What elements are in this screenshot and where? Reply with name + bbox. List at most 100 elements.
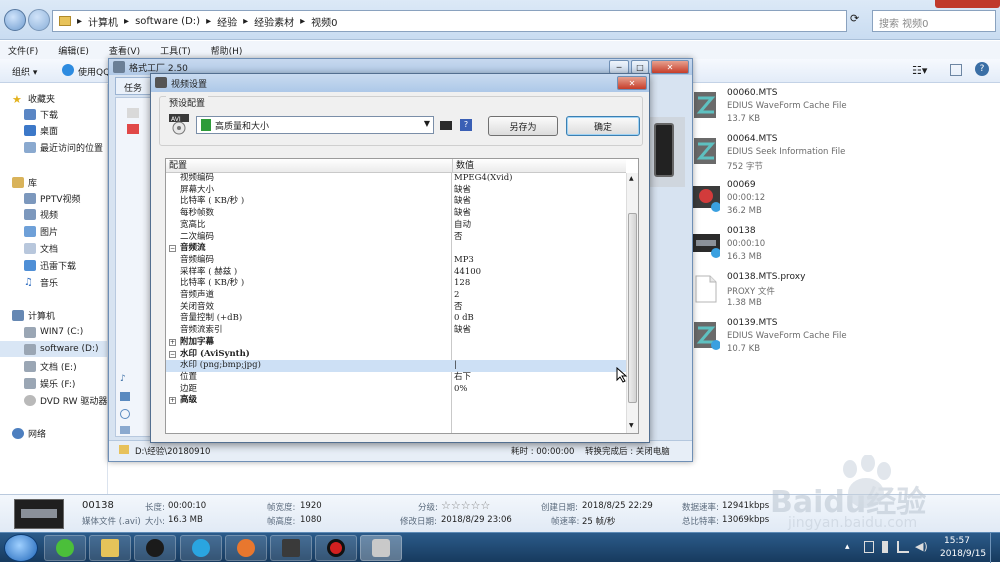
settings-section-row[interactable]: + 高级: [166, 395, 628, 407]
back-button[interactable]: [4, 9, 26, 31]
list-item[interactable]: 00064.MTS EDIUS Seek Information File 75…: [692, 130, 1000, 175]
close-window-button[interactable]: [935, 0, 1000, 8]
sidebar-item-download[interactable]: 下载: [24, 106, 58, 122]
settings-row[interactable]: 音频声道 2: [166, 290, 628, 302]
menu-help[interactable]: 帮助(H): [211, 44, 243, 57]
setting-value[interactable]: 右下: [454, 372, 471, 384]
preset-select[interactable]: 高质量和大小 ▼: [196, 116, 434, 134]
search-input[interactable]: 搜索 视频0: [872, 10, 996, 32]
taskbar-edius[interactable]: [270, 535, 312, 561]
sidebar-item-drive-f[interactable]: 娱乐 (F:): [24, 375, 75, 391]
settings-row[interactable]: 边距 0%: [166, 384, 628, 396]
setting-value[interactable]: 0 dB: [454, 313, 474, 325]
forward-button[interactable]: [28, 9, 50, 31]
taskbar-360[interactable]: [44, 535, 86, 561]
sidebar-item-documents[interactable]: 文档: [24, 240, 58, 256]
setting-value[interactable]: 否: [454, 302, 463, 314]
sidebar-item-drive-e[interactable]: 文档 (E:): [24, 358, 77, 374]
preview-pane-icon[interactable]: [950, 64, 962, 76]
taskbar-firefox[interactable]: [225, 535, 267, 561]
setting-value[interactable]: 2: [454, 290, 459, 302]
setting-value[interactable]: 否: [454, 232, 463, 244]
list-item[interactable]: 00060.MTS EDIUS WaveForm Cache File 13.7…: [692, 84, 1000, 129]
taskbar-format-factory[interactable]: [360, 535, 402, 561]
expand-icon[interactable]: +: [169, 397, 176, 405]
remove-icon[interactable]: [127, 124, 139, 134]
expand-icon[interactable]: +: [169, 338, 176, 346]
audio-category-icon[interactable]: ♪: [120, 374, 126, 384]
sidebar-library[interactable]: 库: [12, 174, 37, 190]
ff-close-button[interactable]: ✕: [651, 60, 689, 74]
settings-row[interactable]: 关闭音效 否: [166, 302, 628, 314]
task-icon[interactable]: [127, 108, 139, 118]
setting-value[interactable]: 44100: [454, 267, 481, 279]
settings-row[interactable]: 位置 右下: [166, 372, 628, 384]
setting-value[interactable]: |: [454, 360, 457, 372]
settings-row[interactable]: 音量控制 (+dB) 0 dB: [166, 313, 628, 325]
ff-maximize-button[interactable]: □: [631, 60, 649, 74]
menu-edit[interactable]: 编辑(E): [58, 44, 89, 57]
settings-row[interactable]: 屏幕大小 缺省: [166, 185, 628, 197]
tray-volume-icon[interactable]: ◀): [915, 540, 928, 553]
settings-section-row[interactable]: + 附加字幕: [166, 337, 628, 349]
sidebar-item-pictures[interactable]: 图片: [24, 223, 58, 239]
setting-value[interactable]: 128: [454, 278, 470, 290]
setting-value[interactable]: 缺省: [454, 185, 471, 197]
menu-file[interactable]: 文件(F): [8, 44, 38, 57]
tray-flag-icon[interactable]: [864, 541, 874, 553]
view-options-icon[interactable]: ☷▾: [912, 64, 927, 77]
breadcrumb-jingyan[interactable]: 经验: [217, 14, 237, 29]
tray-network-icon[interactable]: [897, 541, 909, 553]
scroll-up-icon[interactable]: ▲: [629, 175, 634, 182]
ok-button[interactable]: 确定: [566, 116, 640, 136]
taskbar-recorder[interactable]: [315, 535, 357, 561]
list-item[interactable]: 00139.MTS EDIUS WaveForm Cache File 10.7…: [692, 314, 1000, 359]
menu-tools[interactable]: 工具(T): [160, 44, 191, 57]
taskbar-explorer[interactable]: [89, 535, 131, 561]
sidebar-item-recent[interactable]: 最近访问的位置: [24, 139, 103, 155]
breadcrumb-computer[interactable]: 计算机: [88, 14, 118, 29]
sidebar-item-video[interactable]: 视频: [24, 206, 58, 222]
list-item[interactable]: 00069 00:00:12 36.2 MB: [692, 176, 1000, 221]
sidebar-item-desktop[interactable]: 桌面: [24, 122, 58, 138]
list-item[interactable]: 00138.MTS.proxy PROXY 文件 1.38 MB: [692, 268, 1000, 313]
help-button[interactable]: ?: [460, 119, 472, 131]
organize-button[interactable]: 组织 ▾: [12, 65, 37, 78]
command-line-icon[interactable]: [440, 121, 452, 130]
settings-row[interactable]: 每秒帧数 缺省: [166, 208, 628, 220]
refresh-icon[interactable]: ⟳: [850, 12, 859, 25]
sidebar-computer[interactable]: 计算机: [12, 307, 55, 323]
scroll-thumb[interactable]: [628, 213, 637, 403]
sidebar-item-pptv[interactable]: PPTV视频: [24, 190, 81, 206]
breadcrumb-sucai[interactable]: 经验素材: [254, 14, 294, 29]
breadcrumb-video0[interactable]: 视频0: [311, 14, 337, 29]
show-desktop-button[interactable]: [990, 533, 1000, 563]
sidebar-item-xunlei[interactable]: 迅雷下载: [24, 257, 76, 273]
scroll-down-icon[interactable]: ▼: [629, 422, 634, 429]
start-button[interactable]: [4, 534, 38, 562]
taskbar-pptv[interactable]: [180, 535, 222, 561]
settings-row[interactable]: 二次编码 否: [166, 232, 628, 244]
menu-view[interactable]: 查看(V): [109, 44, 140, 57]
settings-row[interactable]: 音频流索引 缺省: [166, 325, 628, 337]
rom-category-icon[interactable]: [120, 409, 130, 419]
image-category-icon[interactable]: [120, 392, 130, 401]
address-bar[interactable]: ▸ 计算机 ▸ software (D:) ▸ 经验 ▸ 经验素材 ▸ 视频0: [52, 10, 847, 32]
tray-date[interactable]: 2018/9/15: [940, 549, 986, 559]
sidebar-item-drive-d[interactable]: software (D:): [0, 341, 107, 357]
settings-row[interactable]: 比特率 ( KB/秒 ) 128: [166, 278, 628, 290]
settings-row[interactable]: 视频编码 MPEG4(Xvid): [166, 173, 628, 185]
setting-value[interactable]: MPEG4(Xvid): [454, 173, 512, 185]
tray-battery-icon[interactable]: [882, 541, 888, 553]
settings-row[interactable]: 水印 (png;bmp;jpg) |: [166, 360, 628, 372]
ff-minimize-button[interactable]: ─: [609, 60, 629, 74]
use-qq-button[interactable]: 使用QQ: [78, 65, 110, 78]
list-item[interactable]: 00138 00:00:10 16.3 MB: [692, 222, 1000, 267]
setting-value[interactable]: 缺省: [454, 325, 471, 337]
vertical-scrollbar[interactable]: ▲ ▼: [626, 173, 638, 433]
collapse-icon[interactable]: −: [169, 245, 176, 253]
sidebar-network[interactable]: 网络: [12, 425, 46, 441]
setting-value[interactable]: MP3: [454, 255, 474, 267]
settings-row[interactable]: 音频编码 MP3: [166, 255, 628, 267]
sidebar-favorites[interactable]: ★ 收藏夹: [12, 90, 55, 106]
